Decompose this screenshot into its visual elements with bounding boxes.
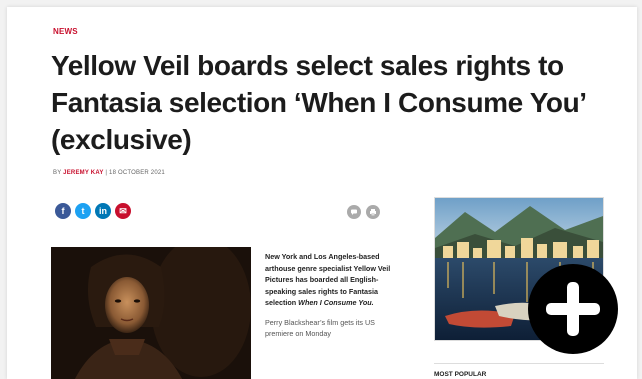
print-icon <box>370 209 376 216</box>
facebook-share-button[interactable]: f <box>55 203 71 219</box>
email-share-button[interactable]: ✉ <box>115 203 131 219</box>
comment-button[interactable] <box>347 205 361 219</box>
print-button[interactable] <box>366 205 380 219</box>
article-lead: New York and Los Angeles-based arthouse … <box>265 252 390 307</box>
publish-date: 18 OCTOBER 2021 <box>109 170 165 176</box>
comment-icon <box>351 209 357 215</box>
article-tools <box>347 205 380 219</box>
email-icon: ✉ <box>119 205 127 216</box>
author-link[interactable]: JEREMY KAY <box>63 170 103 176</box>
linkedin-share-button[interactable]: in <box>95 203 111 219</box>
most-popular-heading: MOST POPULAR <box>434 371 487 378</box>
facebook-icon: f <box>61 206 65 216</box>
article-paragraph-2: Perry Blackshear’s film gets its US prem… <box>265 317 375 339</box>
twitter-icon: t <box>81 206 85 216</box>
article-headline: Yellow Veil boards select sales rights t… <box>51 50 586 155</box>
article-hero-image <box>51 237 251 379</box>
article-body: New York and Los Angeles-based arthouse … <box>265 251 405 340</box>
hero-photo <box>51 237 251 379</box>
byline: BY JEREMY KAY | 18 OCTOBER 2021 <box>53 170 165 176</box>
section-label[interactable]: NEWS <box>53 27 78 36</box>
byline-prefix: BY <box>53 170 64 176</box>
share-bar: f t in ✉ <box>55 203 131 219</box>
plus-icon <box>546 282 600 336</box>
linkedin-icon: in <box>99 206 107 216</box>
twitter-share-button[interactable]: t <box>75 203 91 219</box>
film-title: When I Consume You. <box>298 298 374 307</box>
add-button[interactable] <box>528 264 618 354</box>
sidebar-divider <box>434 363 604 364</box>
